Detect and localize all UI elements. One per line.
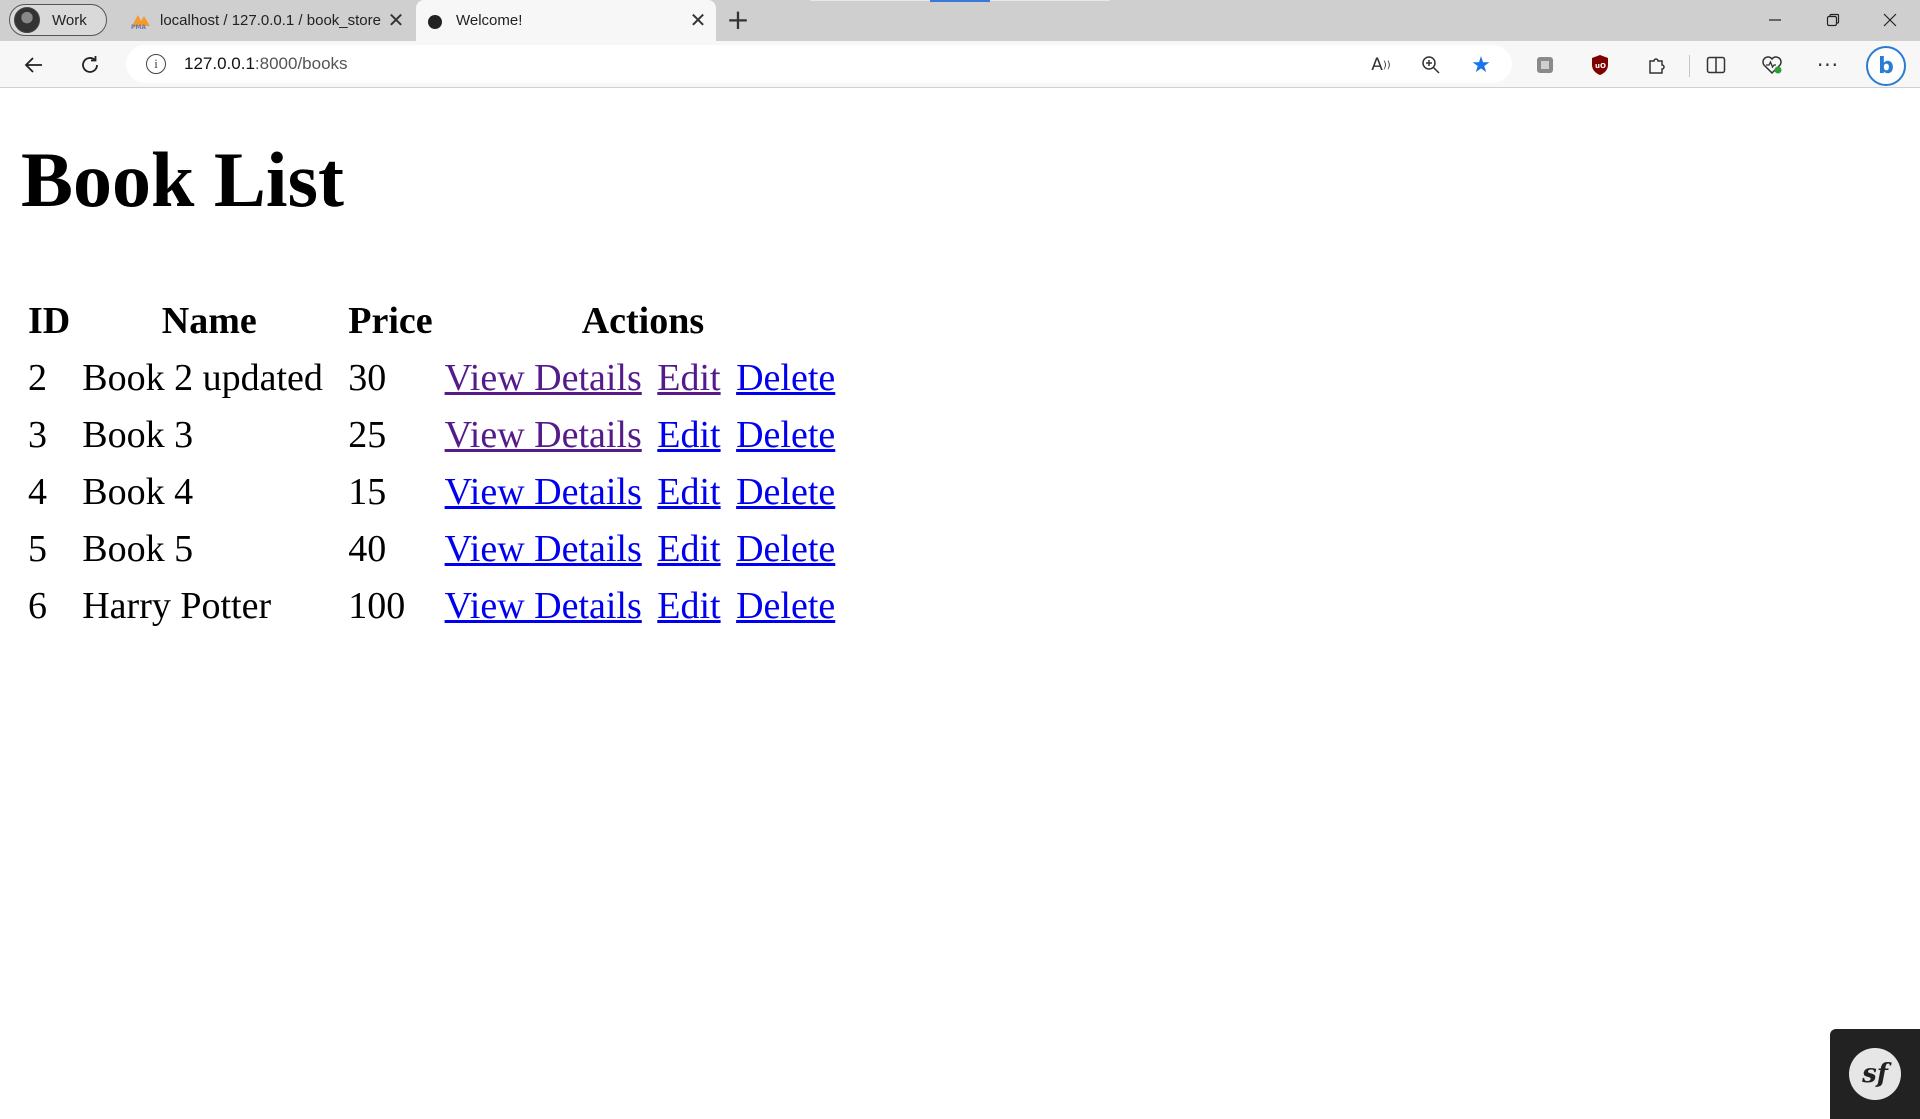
url-text[interactable]: 127.0.0.1:8000/books (184, 54, 348, 74)
book-table: ID Name Price Actions 2 Book 2 updated 3… (20, 290, 849, 636)
read-aloud-glyph: A (1371, 55, 1383, 75)
delete-link[interactable]: Delete (736, 357, 835, 399)
cell-name: Book 5 (82, 527, 194, 570)
svg-text:uO: uO (1595, 62, 1606, 70)
browser-toolbar: i 127.0.0.1:8000/books A)) ★ uO ··· b (0, 41, 1920, 88)
table-row: 2 Book 2 updated 30 View Details Edit De… (24, 351, 845, 404)
column-header-price: Price (348, 299, 433, 342)
delete-link[interactable]: Delete (736, 414, 835, 456)
cell-actions: View Details Edit Delete (441, 579, 846, 632)
cell-name: Book 3 (82, 413, 194, 456)
cell-price: 100 (348, 584, 406, 627)
column-header-name: Name (161, 299, 257, 342)
cell-price: 15 (348, 470, 387, 513)
profile-avatar (14, 7, 40, 33)
extensions-puzzle-icon[interactable] (1644, 53, 1668, 77)
cell-name: Book 4 (82, 470, 194, 513)
minimize-button[interactable] (1747, 0, 1803, 40)
table-row: 4 Book 4 15 View Details Edit Delete (24, 465, 845, 518)
cell-actions: View Details Edit Delete (441, 351, 846, 404)
edit-link[interactable]: Edit (657, 414, 720, 456)
tab-welcome[interactable]: Welcome! ✕ (416, 0, 716, 41)
cell-id: 5 (28, 527, 47, 570)
symfony-debug-toolbar-toggle[interactable]: sf (1830, 1029, 1920, 1119)
address-bar[interactable]: i 127.0.0.1:8000/books A)) ★ (126, 45, 1512, 83)
cell-actions: View Details Edit Delete (441, 522, 846, 575)
symfony-logo-icon: sf (1849, 1048, 1901, 1100)
tab-close-icon[interactable]: ✕ (384, 8, 408, 33)
reload-button[interactable] (72, 47, 108, 83)
delete-link[interactable]: Delete (736, 528, 835, 570)
table-row: 6 Harry Potter 100 View Details Edit Del… (24, 579, 845, 632)
delete-link[interactable]: Delete (736, 471, 835, 513)
cell-name: Harry Potter (82, 584, 272, 627)
tab-title: localhost / 127.0.0.1 / book_store (160, 12, 381, 29)
symfony-circle-icon (426, 12, 444, 30)
table-header-row: ID Name Price Actions (24, 294, 845, 347)
cell-id: 4 (28, 470, 47, 513)
browser-essentials-icon[interactable] (1760, 53, 1784, 77)
column-header-actions: Actions (581, 299, 705, 342)
view-details-link[interactable]: View Details (445, 471, 642, 513)
new-tab-button[interactable]: + (723, 3, 753, 37)
tab-strip-indicator (930, 0, 990, 2)
close-icon (1883, 13, 1897, 27)
browser-tab-strip: Work PMA localhost / 127.0.0.1 / book_st… (0, 0, 1920, 41)
cell-price: 40 (348, 527, 387, 570)
split-screen-icon[interactable] (1704, 53, 1728, 77)
favorite-star-icon[interactable]: ★ (1469, 53, 1493, 78)
cell-id: 2 (28, 356, 47, 399)
url-path: :8000/books (254, 54, 348, 73)
column-header-id: ID (28, 299, 71, 342)
cell-name: Book 2 updated (82, 356, 323, 399)
reload-icon (82, 56, 98, 73)
view-details-link[interactable]: View Details (445, 528, 642, 570)
tab-phpmyadmin[interactable]: PMA localhost / 127.0.0.1 / book_store ✕ (122, 0, 414, 41)
view-details-link[interactable]: View Details (445, 414, 642, 456)
url-host: 127.0.0.1 (184, 54, 255, 73)
edit-link[interactable]: Edit (657, 471, 720, 513)
extension-icon[interactable] (1533, 53, 1557, 77)
ublock-shield-icon[interactable]: uO (1588, 53, 1612, 77)
view-details-link[interactable]: View Details (445, 585, 642, 627)
cell-id: 6 (28, 584, 47, 627)
restore-button[interactable] (1805, 0, 1861, 40)
phpmyadmin-icon: PMA (130, 12, 150, 31)
close-window-button[interactable] (1862, 0, 1918, 40)
svg-text:PMA: PMA (131, 24, 146, 30)
restore-icon (1826, 13, 1840, 27)
toolbar-divider (1689, 55, 1690, 77)
delete-link[interactable]: Delete (736, 585, 835, 627)
read-aloud-icon[interactable]: A)) (1369, 53, 1393, 77)
table-row: 3 Book 3 25 View Details Edit Delete (24, 408, 845, 461)
minimize-icon (1769, 19, 1781, 21)
back-button[interactable] (16, 47, 52, 83)
edit-link[interactable]: Edit (657, 585, 720, 627)
edit-link[interactable]: Edit (657, 528, 720, 570)
cell-actions: View Details Edit Delete (441, 465, 846, 518)
edit-link[interactable]: Edit (657, 357, 720, 399)
cell-id: 3 (28, 413, 47, 456)
table-row: 5 Book 5 40 View Details Edit Delete (24, 522, 845, 575)
view-details-link[interactable]: View Details (445, 357, 642, 399)
tab-title: Welcome! (456, 12, 523, 29)
profile-button[interactable]: Work (9, 4, 107, 36)
tab-close-icon[interactable]: ✕ (686, 8, 710, 33)
zoom-icon[interactable] (1419, 53, 1443, 77)
cell-price: 25 (348, 413, 387, 456)
settings-more-icon[interactable]: ··· (1816, 53, 1840, 77)
profile-label: Work (52, 11, 87, 29)
back-arrow-icon (24, 57, 42, 73)
page-title: Book List (21, 136, 344, 223)
cell-price: 30 (348, 356, 387, 399)
page-content: Book List ID Name Price Actions 2 Book 2… (0, 89, 1920, 1119)
site-info-icon[interactable]: i (146, 54, 166, 74)
copilot-icon[interactable]: b (1866, 46, 1906, 86)
cell-actions: View Details Edit Delete (441, 408, 846, 461)
